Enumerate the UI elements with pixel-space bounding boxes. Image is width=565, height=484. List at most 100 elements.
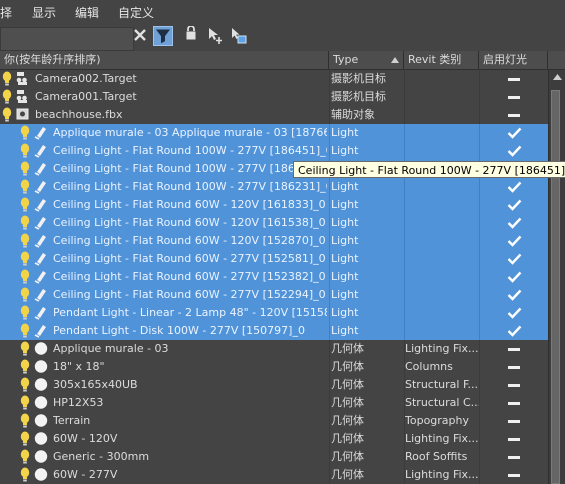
table-row[interactable]: Camera001.Target 摄影机目标 [0, 88, 548, 106]
table-row[interactable]: Ceiling Light - Flat Round 60W - 120V [1… [0, 196, 548, 214]
light-object-icon [34, 215, 48, 230]
light-bulb-icon[interactable] [20, 179, 30, 195]
column-type[interactable]: Type [329, 51, 404, 69]
menu-edit[interactable]: 编辑 [75, 4, 99, 21]
enable-light-dash-icon[interactable] [508, 78, 520, 81]
camera-target-icon [16, 89, 30, 104]
table-row[interactable]: Ceiling Light - Flat Round 60W - 120V [1… [0, 232, 548, 250]
light-bulb-icon[interactable] [20, 143, 30, 159]
enable-light-dash-icon[interactable] [508, 456, 520, 459]
enable-light-checkmark-icon[interactable] [507, 235, 522, 247]
enable-light-checkmark-icon[interactable] [507, 145, 522, 157]
enable-light-checkmark-icon[interactable] [507, 289, 522, 301]
enable-light-checkmark-icon[interactable] [507, 253, 522, 265]
light-bulb-icon[interactable] [20, 287, 30, 303]
light-bulb-icon[interactable] [20, 431, 30, 447]
light-bulb-icon[interactable] [20, 341, 30, 357]
table-row[interactable]: 305x165x40UB 几何体 Structural F... [0, 376, 548, 394]
clear-x-icon[interactable] [131, 26, 151, 46]
enable-light-checkmark-icon[interactable] [507, 127, 522, 139]
table-row[interactable]: Ceiling Light - Flat Round 100W - 277V [… [0, 178, 548, 196]
light-bulb-icon[interactable] [20, 305, 30, 321]
table-row[interactable]: 60W - 277V 几何体 Lighting Fix... [0, 466, 548, 484]
table-row[interactable]: Ceiling Light - Flat Round 60W - 120V [1… [0, 214, 548, 232]
table-row[interactable]: Applique murale - 03 Applique murale - 0… [0, 124, 548, 142]
table-row[interactable]: Pendant Light - Disk 100W - 277V [150797… [0, 322, 548, 340]
enable-light-checkmark-icon[interactable] [507, 307, 522, 319]
enable-light-checkmark-icon[interactable] [507, 217, 522, 229]
table-row[interactable]: Applique murale - 03 几何体 Lighting Fix... [0, 340, 548, 358]
enable-light-dash-icon[interactable] [508, 384, 520, 387]
menu-customize[interactable]: 自定义 [118, 4, 154, 21]
scrollbar-thumb[interactable] [551, 90, 560, 484]
object-type: Light [331, 306, 359, 319]
enable-light-checkmark-icon[interactable] [507, 181, 522, 193]
menu-select[interactable]: 择 [0, 4, 12, 21]
filter-icon[interactable] [153, 26, 173, 46]
enable-light-dash-icon[interactable] [508, 114, 520, 117]
object-name: Terrain [53, 414, 91, 427]
table-row[interactable]: Pendant Light - Linear - 2 Lamp 48" - 12… [0, 304, 548, 322]
light-bulb-icon[interactable] [20, 377, 30, 393]
column-revit-category[interactable]: Revit 类别 [404, 51, 479, 69]
light-bulb-icon[interactable] [20, 413, 30, 429]
table-row[interactable]: Ceiling Light - Flat Round 60W - 277V [1… [0, 286, 548, 304]
table-row[interactable]: 60W - 120V 几何体 Lighting Fix... [0, 430, 548, 448]
menu-display[interactable]: 显示 [32, 4, 56, 21]
light-bulb-icon[interactable] [20, 161, 30, 177]
light-bulb-icon[interactable] [20, 449, 30, 465]
column-divider [479, 376, 480, 394]
light-bulb-icon[interactable] [2, 89, 12, 105]
column-divider [479, 106, 480, 124]
add-to-layer-icon[interactable] [206, 26, 226, 46]
enable-light-dash-icon[interactable] [508, 438, 520, 441]
light-bulb-icon[interactable] [20, 251, 30, 267]
table-row[interactable]: Ceiling Light - Flat Round 60W - 277V [1… [0, 268, 548, 286]
enable-light-dash-icon[interactable] [508, 348, 520, 351]
table-row[interactable]: Camera002.Target 摄影机目标 [0, 70, 548, 88]
light-bulb-icon[interactable] [2, 107, 12, 123]
table-row[interactable]: Generic - 300mm 几何体 Roof Soffits [0, 448, 548, 466]
enable-light-dash-icon[interactable] [508, 366, 520, 369]
light-bulb-icon[interactable] [20, 197, 30, 213]
enable-light-dash-icon[interactable] [508, 96, 520, 99]
column-enable-light[interactable]: 启用灯光 [479, 51, 548, 69]
column-divider [479, 394, 480, 412]
search-input[interactable] [0, 27, 134, 51]
light-bulb-icon[interactable] [20, 359, 30, 375]
enable-light-checkmark-icon[interactable] [507, 199, 522, 211]
enable-light-checkmark-icon[interactable] [507, 325, 522, 337]
object-type: 几何体 [331, 432, 364, 445]
light-bulb-icon[interactable] [20, 233, 30, 249]
enable-light-dash-icon[interactable] [508, 474, 520, 477]
enable-light-checkmark-icon[interactable] [507, 271, 522, 283]
select-children-icon[interactable] [229, 26, 249, 46]
geometry-sphere-icon [34, 467, 48, 482]
object-name: Ceiling Light - Flat Round 100W - 277V [… [53, 162, 327, 175]
table-row[interactable]: HP12X53 几何体 Structural C... [0, 394, 548, 412]
column-divider [329, 196, 330, 214]
enable-light-dash-icon[interactable] [508, 420, 520, 423]
table-row[interactable]: Ceiling Light - Flat Round 60W - 277V [1… [0, 250, 548, 268]
table-row[interactable]: Ceiling Light - Flat Round 100W - 277V [… [0, 142, 548, 160]
light-bulb-icon[interactable] [20, 467, 30, 483]
light-bulb-icon[interactable] [20, 323, 30, 339]
table-row[interactable]: beachhouse.fbx 辅助对象 [0, 106, 548, 124]
table-row[interactable]: Terrain 几何体 Topography [0, 412, 548, 430]
light-bulb-icon[interactable] [20, 395, 30, 411]
column-divider [479, 286, 480, 304]
object-name: HP12X53 [53, 396, 104, 409]
table-row[interactable]: 18" x 18" 几何体 Columns [0, 358, 548, 376]
lock-icon[interactable] [183, 25, 203, 46]
enable-light-dash-icon[interactable] [508, 402, 520, 405]
revit-category: Roof Soffits [405, 450, 468, 463]
light-bulb-icon[interactable] [20, 269, 30, 285]
light-bulb-icon[interactable] [20, 125, 30, 141]
light-bulb-icon[interactable] [2, 71, 12, 87]
light-bulb-icon[interactable] [20, 215, 30, 231]
object-name: Ceiling Light - Flat Round 60W - 277V [1… [53, 270, 326, 283]
object-name: 60W - 277V [53, 468, 118, 481]
column-divider [329, 304, 330, 322]
column-name[interactable]: 你(按年龄升序排序) [0, 51, 329, 69]
scroll-up-arrow-icon[interactable] [549, 70, 565, 84]
